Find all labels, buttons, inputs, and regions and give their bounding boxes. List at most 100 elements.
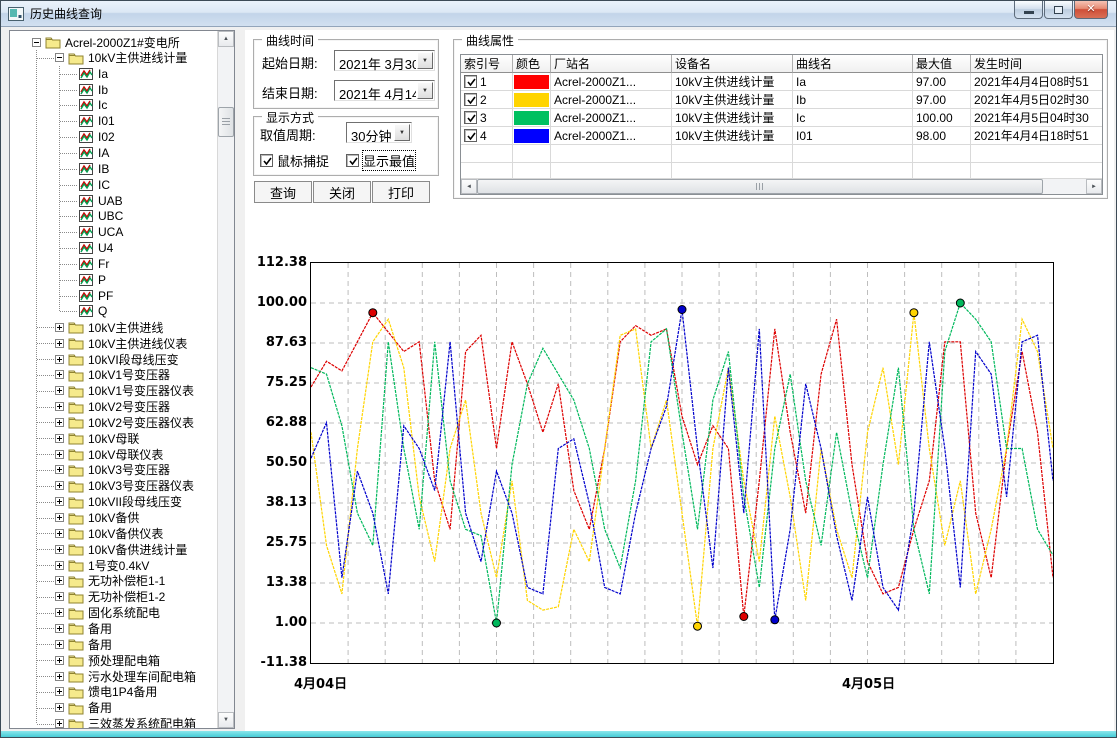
tree-item-folder[interactable]: 备用 xyxy=(55,636,112,652)
checkbox-checked-icon[interactable] xyxy=(464,129,477,142)
tree-item-folder[interactable]: 备用 xyxy=(55,700,112,716)
tree-item-curve[interactable]: IA xyxy=(78,145,109,161)
collapse-expander-icon[interactable] xyxy=(32,38,41,47)
curve-plot[interactable] xyxy=(311,263,1053,663)
grid-header-1[interactable]: 颜色 xyxy=(513,55,551,73)
grid-hscrollbar-thumb[interactable] xyxy=(477,179,1043,194)
tree-item-folder[interactable]: 固化系统配电 xyxy=(55,605,160,621)
table-row[interactable]: 4Acrel-2000Z1...10kV主供进线计量I0198.002021年4… xyxy=(461,127,1102,145)
expand-expander-icon[interactable] xyxy=(55,687,64,696)
table-row[interactable]: 3Acrel-2000Z1...10kV主供进线计量Ic100.002021年4… xyxy=(461,109,1102,127)
expand-expander-icon[interactable] xyxy=(55,703,64,712)
expand-expander-icon[interactable] xyxy=(55,719,64,728)
tree-item-curve[interactable]: UCA xyxy=(78,224,123,240)
tree-item-folder[interactable]: 1号变0.4kV xyxy=(55,557,149,573)
expand-expander-icon[interactable] xyxy=(55,402,64,411)
grid-header-5[interactable]: 最大值 xyxy=(913,55,971,73)
expand-expander-icon[interactable] xyxy=(55,513,64,522)
grid-header-2[interactable]: 厂站名 xyxy=(551,55,672,73)
tree-item-folder[interactable]: 三效蒸发系统配电箱 xyxy=(55,716,196,728)
show-extremes-checkbox[interactable]: 显示最值 xyxy=(346,151,415,170)
expand-expander-icon[interactable] xyxy=(55,624,64,633)
expand-expander-icon[interactable] xyxy=(55,386,64,395)
grid-header-0[interactable]: 索引号 xyxy=(461,55,513,73)
scroll-left-arrow[interactable]: ◄ xyxy=(461,179,477,194)
tree-item-curve[interactable]: UBC xyxy=(78,208,123,224)
collapse-expander-icon[interactable] xyxy=(55,53,64,62)
expand-expander-icon[interactable] xyxy=(55,672,64,681)
tree-item-folder[interactable]: 10kV2号变压器 xyxy=(55,399,170,415)
tree-item-folder[interactable]: 10kV2号变压器仪表 xyxy=(55,414,194,430)
grid-header-6[interactable]: 发生时间 xyxy=(971,55,1103,73)
tree-item-curve[interactable]: IB xyxy=(78,161,109,177)
tree-item-folder[interactable]: 10kV3号变压器仪表 xyxy=(55,478,194,494)
expand-expander-icon[interactable] xyxy=(55,545,64,554)
tree-item-folder[interactable]: 10kVI段母线压变 xyxy=(55,351,179,367)
tree-item-folder[interactable]: 无功补偿柜1-2 xyxy=(55,589,165,605)
tree-item-folder[interactable]: 10kV1号变压器仪表 xyxy=(55,383,194,399)
expand-expander-icon[interactable] xyxy=(55,465,64,474)
expand-expander-icon[interactable] xyxy=(55,339,64,348)
minimize-button[interactable] xyxy=(1014,1,1043,19)
expand-expander-icon[interactable] xyxy=(55,418,64,427)
checkbox-checked-icon[interactable] xyxy=(464,93,477,106)
checkbox-checked-icon[interactable] xyxy=(346,154,359,167)
tree-item-curve[interactable]: P xyxy=(78,272,106,288)
tree-item-root[interactable]: Acrel-2000Z1#变电所 xyxy=(32,34,180,50)
expand-expander-icon[interactable] xyxy=(55,561,64,570)
grid-header-3[interactable]: 设备名 xyxy=(672,55,793,73)
close-button[interactable]: ✕ xyxy=(1074,1,1108,19)
expand-expander-icon[interactable] xyxy=(55,592,64,601)
end-date-combo[interactable]: 2021年 4月14 ▼ xyxy=(334,80,435,101)
tree-item-folder[interactable]: 10kV备供 xyxy=(55,510,139,526)
tree-item-curve[interactable]: Ic xyxy=(78,97,107,113)
expand-expander-icon[interactable] xyxy=(55,434,64,443)
scroll-right-arrow[interactable]: ► xyxy=(1086,179,1102,194)
table-row[interactable]: 2Acrel-2000Z1...10kV主供进线计量Ib97.002021年4月… xyxy=(461,91,1102,109)
tree-item-curve[interactable]: Fr xyxy=(78,256,109,272)
expand-expander-icon[interactable] xyxy=(55,323,64,332)
tree-item-folder[interactable]: 污水处理车间配电箱 xyxy=(55,668,196,684)
tree-scrollbar-thumb[interactable] xyxy=(218,107,234,137)
tree-item-curve[interactable]: U4 xyxy=(78,240,113,256)
chevron-down-icon[interactable]: ▼ xyxy=(417,82,433,99)
period-combo[interactable]: 30分钟 ▼ xyxy=(346,122,412,143)
tree-item-folder[interactable]: 10kV母联 xyxy=(55,430,139,446)
titlebar[interactable]: 历史曲线查询 ✕ xyxy=(1,1,1116,27)
tree-item-folder[interactable]: 10kV备供仪表 xyxy=(55,525,163,541)
scroll-down-arrow[interactable]: ▼ xyxy=(218,712,234,728)
chevron-down-icon[interactable]: ▼ xyxy=(394,124,410,141)
tree-item-folder[interactable]: 10kVII段母线压变 xyxy=(55,494,182,510)
query-button[interactable]: 查询 xyxy=(254,181,312,203)
grid-hscrollbar[interactable]: ◄► xyxy=(461,178,1102,194)
tree-item-folder[interactable]: 10kV1号变压器 xyxy=(55,367,170,383)
scroll-up-arrow[interactable]: ▲ xyxy=(218,31,234,47)
print-button[interactable]: 打印 xyxy=(372,181,430,203)
tree-item-curve[interactable]: Ib xyxy=(78,82,108,98)
expand-expander-icon[interactable] xyxy=(55,450,64,459)
tree-item-folder[interactable]: 10kV母联仪表 xyxy=(55,446,163,462)
restore-button[interactable] xyxy=(1044,1,1073,19)
tree-item-folder[interactable]: 馈电1P4备用 xyxy=(55,684,157,700)
chevron-down-icon[interactable]: ▼ xyxy=(417,52,433,69)
expand-expander-icon[interactable] xyxy=(55,497,64,506)
expand-expander-icon[interactable] xyxy=(55,355,64,364)
tree-item-folder[interactable]: 10kV主供进线仪表 xyxy=(55,335,187,351)
tree-item-folder[interactable]: 10kV主供进线 xyxy=(55,319,163,335)
tree-item-curve[interactable]: PF xyxy=(78,288,113,304)
tree-item-folder[interactable]: 备用 xyxy=(55,620,112,636)
close-dialog-button[interactable]: 关闭 xyxy=(313,181,371,203)
expand-expander-icon[interactable] xyxy=(55,481,64,490)
tree-item-folder[interactable]: 10kV3号变压器 xyxy=(55,462,170,478)
tree-item-curve[interactable]: UAB xyxy=(78,193,123,209)
expand-expander-icon[interactable] xyxy=(55,608,64,617)
checkbox-checked-icon[interactable] xyxy=(464,75,477,88)
tree-item-curve[interactable]: I01 xyxy=(78,113,115,129)
expand-expander-icon[interactable] xyxy=(55,370,64,379)
tree-item-folder[interactable]: 无功补偿柜1-1 xyxy=(55,573,165,589)
expand-expander-icon[interactable] xyxy=(55,529,64,538)
grid-header-4[interactable]: 曲线名 xyxy=(793,55,913,73)
tree-scrollbar[interactable]: ▲ ▼ xyxy=(217,31,234,728)
table-row[interactable]: 1Acrel-2000Z1...10kV主供进线计量Ia97.002021年4月… xyxy=(461,73,1102,91)
tree-item-group[interactable]: 10kV主供进线计量 xyxy=(55,50,187,66)
